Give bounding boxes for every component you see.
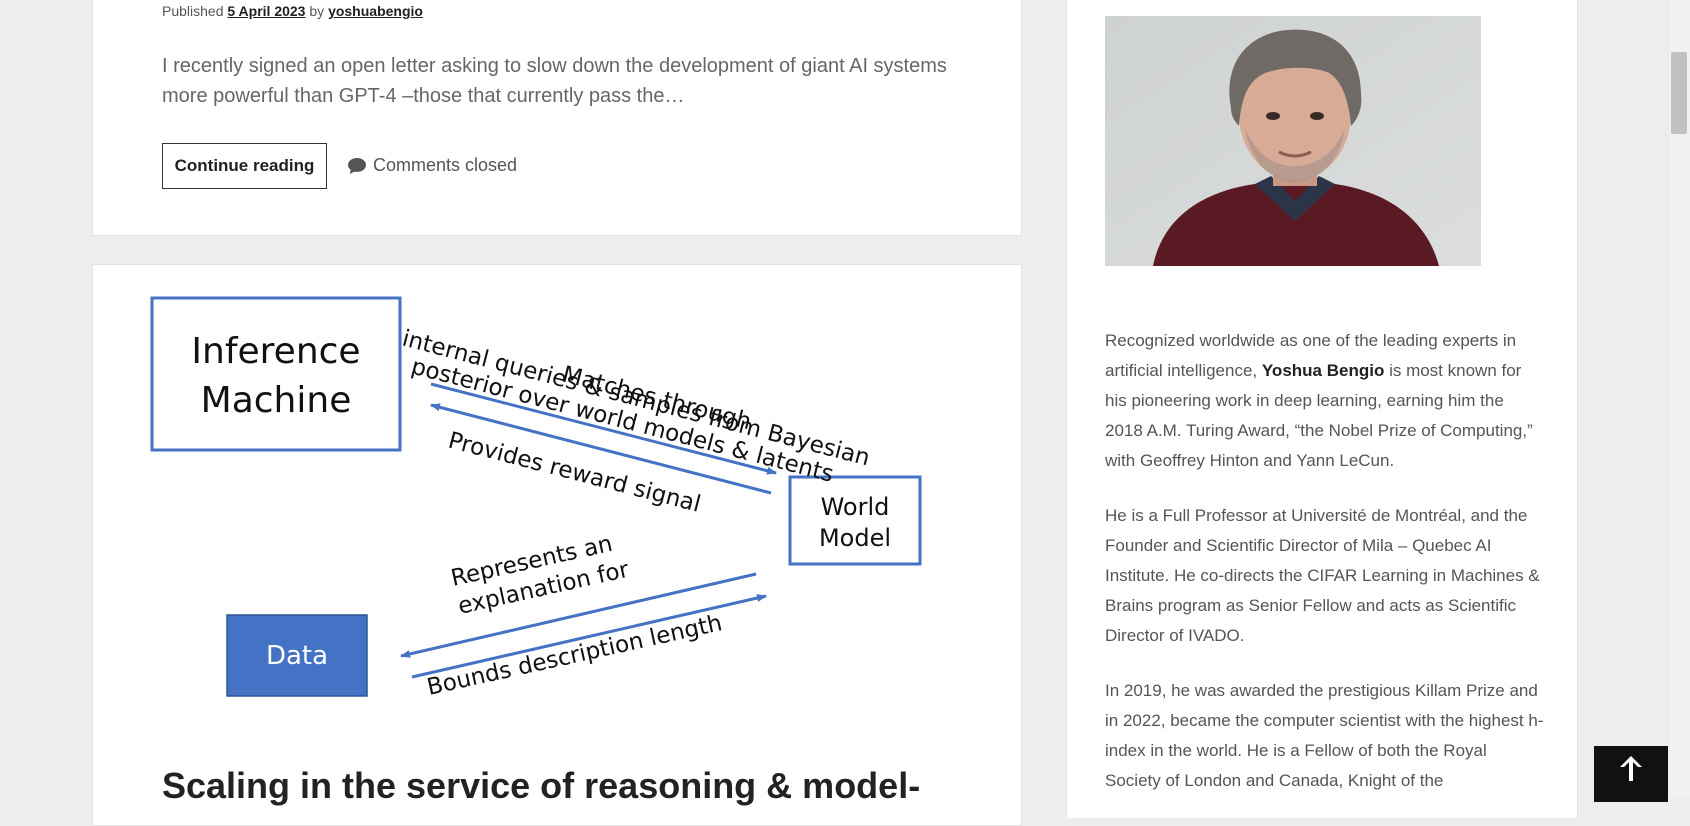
arrow-up-icon [1620, 756, 1642, 781]
bio-paragraph-3: In 2019, he was awarded the prestigious … [1105, 681, 1544, 790]
bio-author-name: Yoshua Bengio [1261, 361, 1385, 380]
inference-machine-label-2: Machine [201, 380, 352, 421]
author-bio: Recognized worldwide as one of the leadi… [1105, 326, 1545, 821]
world-model-label-2: Model [819, 524, 891, 552]
inference-machine-label-1: Inference [191, 331, 360, 372]
comments-status: Comments closed [347, 155, 517, 176]
post-title-scaling[interactable]: Scaling in the service of reasoning & mo… [162, 765, 920, 807]
bio-paragraph-2: He is a Full Professor at Université de … [1105, 506, 1540, 645]
comments-closed-label: Comments closed [373, 155, 518, 175]
continue-reading-button[interactable]: Continue reading [162, 143, 327, 189]
by-label: by [309, 3, 325, 19]
post-meta: Published 5 April 2023 by yoshuabengio [162, 3, 423, 19]
bio-paragraph-1: Recognized worldwide as one of the leadi… [1105, 326, 1545, 476]
scrollbar-thumb[interactable] [1671, 52, 1687, 134]
post-excerpt: I recently signed an open letter asking … [162, 55, 947, 107]
sidebar: Recognized worldwide as one of the leadi… [1066, 0, 1578, 818]
post-card-scaling: Inference Machine World Model Data Match… [92, 264, 1022, 826]
post-date-link[interactable]: 5 April 2023 [227, 3, 305, 19]
world-model-diagram: Inference Machine World Model Data Match… [150, 296, 922, 701]
post-card-open-letter: Published 5 April 2023 by yoshuabengio I… [92, 0, 1022, 236]
continue-reading-label: Continue reading [174, 156, 315, 175]
comment-bubble-icon [348, 157, 366, 174]
inference-machine-box [150, 296, 402, 452]
page-scrollbar[interactable] [1670, 0, 1690, 797]
published-label: Published [162, 3, 224, 19]
back-to-top-button[interactable] [1594, 746, 1668, 802]
bounds-label: Bounds description length [425, 610, 725, 701]
author-link[interactable]: yoshuabengio [328, 3, 423, 19]
data-label: Data [266, 641, 328, 671]
world-model-label-1: World [821, 493, 890, 521]
author-photo [1105, 16, 1481, 266]
